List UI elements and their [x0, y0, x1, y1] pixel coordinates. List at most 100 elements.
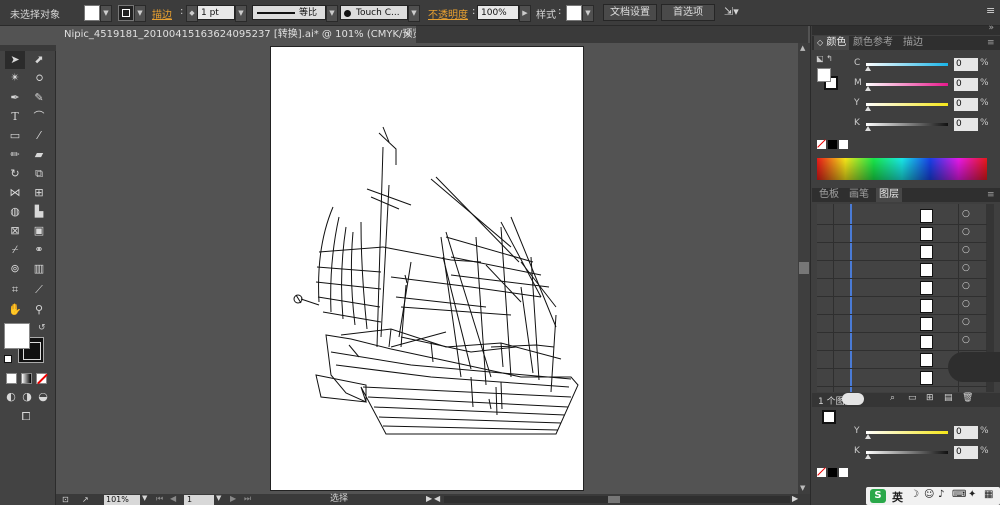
direct-selection-tool-icon[interactable]: ⬈	[29, 51, 49, 69]
width-tool-icon[interactable]: ⋈	[5, 184, 25, 202]
target-circle-icon[interactable]: ○	[962, 281, 970, 291]
column-graph-tool-icon[interactable]: ▥	[29, 260, 49, 278]
none-mode-icon[interactable]	[36, 373, 48, 385]
arrange-documents-icon[interactable]: ⇲▾	[724, 5, 739, 18]
fill-swatch[interactable]	[84, 5, 100, 21]
perspective-grid-tool-icon[interactable]: ▙	[29, 203, 49, 221]
document-tab[interactable]: Nipic_4519181_20100415163624095237 [转换].…	[56, 26, 416, 43]
cyan-slider[interactable]	[866, 63, 948, 66]
panel-collapse-bar[interactable]: »	[812, 23, 1000, 35]
punctuation-icon[interactable]: ☽	[910, 489, 919, 500]
previous-page-icon[interactable]: ◀	[170, 494, 176, 503]
yellow-value-field[interactable]: 0	[954, 98, 978, 111]
second-fill-box[interactable]	[822, 410, 836, 424]
tab-color[interactable]: ◇ 颜色	[814, 36, 850, 50]
new-sublayer-icon[interactable]: ⊞	[926, 393, 934, 403]
stroke-profile-field[interactable]: 等比	[252, 5, 326, 20]
artboard-tool-icon[interactable]: ⌗	[5, 281, 25, 299]
horizontal-scroll-thumb[interactable]	[608, 496, 620, 503]
magic-wand-tool-icon[interactable]: ✴	[5, 69, 25, 87]
symbol-sprayer-tool-icon[interactable]: ⊚	[5, 260, 25, 278]
layer-row[interactable]: ○	[817, 243, 987, 261]
zoom-dropdown-icon[interactable]: ▼	[142, 494, 147, 502]
target-circle-icon[interactable]: ○	[962, 227, 970, 237]
tab-layers[interactable]: 图层	[876, 188, 902, 202]
layer-row[interactable]: ○	[817, 315, 987, 333]
layers-panel-menu-icon[interactable]: ≡	[984, 188, 998, 202]
brush-dropdown-icon[interactable]: ▼	[408, 5, 420, 22]
reset-colors-icon[interactable]: ⬕ ↰	[816, 54, 833, 63]
tab-swatches[interactable]: 色板	[816, 188, 842, 202]
layer-row[interactable]: ○	[817, 279, 987, 297]
stroke-label[interactable]: 描边	[152, 6, 172, 21]
scroll-left-arrow-icon[interactable]: ◀	[434, 494, 440, 503]
gradient-mode-icon[interactable]	[21, 373, 32, 384]
vertical-scroll-thumb[interactable]	[799, 262, 809, 274]
magenta-value-field[interactable]: 0	[954, 78, 978, 91]
panel-menu-icon[interactable]: ≡	[986, 4, 995, 17]
selection-tool-icon[interactable]: ➤	[5, 51, 25, 69]
emoji-icon[interactable]: ☺	[924, 489, 934, 500]
type-tool-icon[interactable]: T	[5, 108, 25, 126]
yellow-slider[interactable]	[866, 103, 948, 106]
magenta-slider-thumb[interactable]	[865, 86, 871, 91]
second-black-swatch[interactable]	[828, 468, 837, 477]
scroll-up-arrow-icon[interactable]: ▲	[800, 44, 805, 52]
zoom-field[interactable]: 101%	[104, 495, 140, 505]
target-circle-icon[interactable]: ○	[962, 335, 970, 345]
line-segment-tool-icon[interactable]: ⌒	[29, 108, 49, 126]
curvature-tool-icon[interactable]: ✎	[29, 89, 49, 107]
locate-object-icon[interactable]: ⌕	[890, 393, 895, 403]
opacity-dropdown-icon[interactable]: ▶	[519, 5, 531, 22]
artboard-nav-icon[interactable]: ⊡	[62, 495, 69, 504]
target-circle-icon[interactable]: ○	[962, 209, 970, 219]
none-swatch-icon[interactable]	[817, 139, 826, 149]
blend-tool-icon[interactable]: ⚭	[29, 241, 49, 259]
layer-row[interactable]: ○	[817, 261, 987, 279]
layer-row[interactable]: ○	[817, 333, 987, 351]
eyedropper-tool-icon[interactable]: ⌿	[5, 241, 25, 259]
draw-inside-icon[interactable]: ◒	[36, 388, 50, 406]
cyan-slider-thumb[interactable]	[865, 66, 871, 71]
status-mode[interactable]: 选择	[330, 494, 348, 505]
page-dropdown-icon[interactable]: ▼	[216, 494, 221, 502]
fill-color-box[interactable]	[4, 323, 30, 349]
second-yellow-slider-thumb[interactable]	[865, 434, 871, 439]
magenta-slider[interactable]	[866, 83, 948, 86]
second-black-value-field[interactable]: 0	[954, 446, 978, 459]
status-menu-icon[interactable]: ▶	[426, 494, 432, 503]
hand-tool-icon[interactable]: ✋	[5, 301, 25, 319]
second-black-slider[interactable]	[866, 451, 948, 454]
black-slider[interactable]	[866, 123, 948, 126]
paintbrush-tool-icon[interactable]: ⁄	[29, 127, 49, 145]
shape-builder-tool-icon[interactable]: ◍	[5, 203, 25, 221]
target-circle-icon[interactable]: ○	[962, 317, 970, 327]
layer-row[interactable]: ○	[817, 207, 987, 225]
gradient-tool-icon[interactable]: ▣	[29, 222, 49, 240]
opacity-field[interactable]: 100%	[477, 5, 519, 20]
ime-language-toggle[interactable]: 英	[892, 489, 903, 505]
floating-widget[interactable]	[948, 352, 1000, 382]
pen-tool-icon[interactable]: ✒	[5, 89, 25, 107]
fill-dropdown-icon[interactable]: ▼	[100, 5, 112, 22]
next-page-icon[interactable]: ▶	[230, 494, 236, 503]
stroke-weight-field[interactable]: 1 pt	[197, 5, 235, 20]
stroke-dropdown-icon[interactable]: ▼	[134, 5, 146, 22]
target-circle-icon[interactable]: ○	[962, 263, 970, 273]
layer-row[interactable]: ○	[817, 225, 987, 243]
free-transform-tool-icon[interactable]: ⊞	[29, 184, 49, 202]
target-circle-icon[interactable]: ○	[962, 299, 970, 309]
first-page-icon[interactable]: ⏮	[156, 494, 163, 504]
new-layer-icon[interactable]: ▤	[944, 393, 953, 403]
black-swatch[interactable]	[828, 140, 837, 149]
second-yellow-slider[interactable]	[866, 431, 948, 434]
make-clipping-mask-icon[interactable]: ▭	[908, 393, 917, 403]
panel-fill-box[interactable]	[817, 68, 831, 82]
white-swatch[interactable]	[839, 140, 848, 149]
layer-row[interactable]: ○	[817, 297, 987, 315]
lasso-tool-icon[interactable]: ഠ	[29, 69, 49, 87]
sogou-logo-icon[interactable]: S	[870, 489, 886, 503]
screen-mode-icon[interactable]: ⧠	[16, 408, 36, 426]
second-yellow-value-field[interactable]: 0	[954, 426, 978, 439]
second-none-swatch-icon[interactable]	[817, 467, 826, 477]
